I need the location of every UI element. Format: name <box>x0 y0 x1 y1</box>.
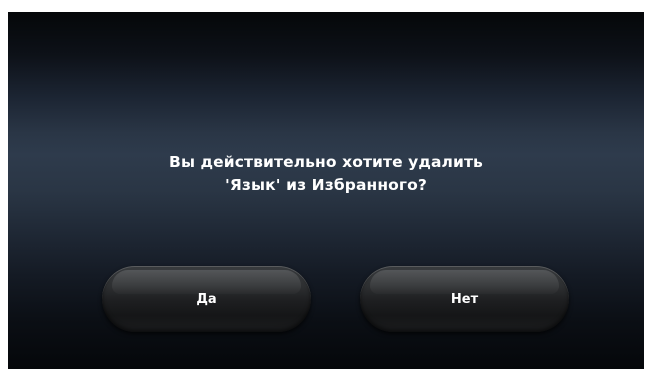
no-button-label: Нет <box>450 291 479 307</box>
confirm-message-line-1: Вы действительно хотите удалить <box>169 153 483 171</box>
no-button[interactable]: Нет <box>360 266 569 332</box>
yes-button-label: Да <box>196 291 217 307</box>
confirm-dialog-screen: Вы действительно хотите удалить 'Язык' и… <box>8 12 644 369</box>
yes-button[interactable]: Да <box>102 266 311 332</box>
confirm-message-line-2: 'Язык' из Избранного? <box>225 176 427 194</box>
confirm-message: Вы действительно хотите удалить 'Язык' и… <box>8 151 644 197</box>
